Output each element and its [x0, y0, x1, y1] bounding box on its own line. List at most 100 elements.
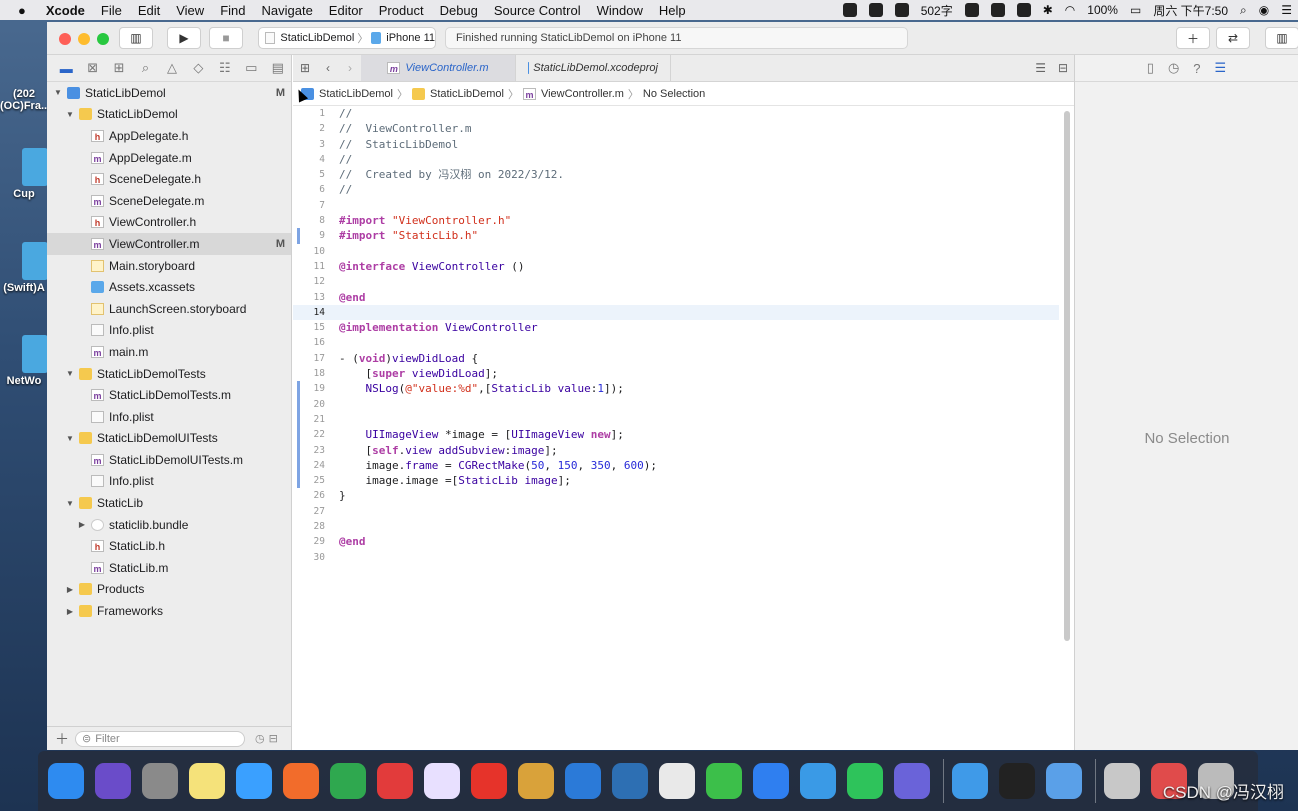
folder-icon[interactable]: ▬ [53, 61, 79, 76]
dock-xcode-icon[interactable] [753, 763, 789, 799]
scheme-selector[interactable]: StaticLibDemol 〉 iPhone 11 [258, 27, 436, 49]
dock-wps-icon[interactable] [377, 763, 413, 799]
file-tree-item[interactable]: ▼ StaticLibDemolTests [47, 363, 291, 385]
code-line[interactable]: 16 [293, 335, 1059, 350]
desktop-folder-cup[interactable]: Cup [0, 148, 48, 200]
dock-simulator-icon[interactable] [952, 763, 988, 799]
dock-quicktime-icon[interactable] [1046, 763, 1082, 799]
symbol-icon[interactable]: ⊞ [106, 60, 132, 76]
jump-group[interactable]: StaticLibDemol [430, 88, 504, 100]
disclosure-open-icon[interactable]: ▼ [65, 110, 75, 119]
menu-navigate[interactable]: Navigate [261, 3, 312, 18]
wifi-icon[interactable]: ◠ [1065, 3, 1075, 17]
dock-facetime-icon[interactable] [847, 763, 883, 799]
menu-editor[interactable]: Editor [329, 3, 363, 18]
report-icon[interactable]: ▤ [265, 60, 291, 76]
navigator-toggle-button[interactable]: ▥ [119, 27, 153, 49]
file-tree-item[interactable]: m StaticLibDemolUITests.m [47, 449, 291, 471]
dock-vivid-icon[interactable] [424, 763, 460, 799]
add-editor-icon[interactable]: ⊟ [1058, 61, 1068, 75]
code-line[interactable]: 14 [293, 304, 1059, 321]
siri-icon[interactable]: ◉ [1259, 3, 1269, 17]
file-inspector-icon[interactable]: ▯ [1147, 60, 1154, 76]
scroll-thumb[interactable] [1064, 111, 1070, 641]
code-line[interactable]: 6 // [293, 182, 1059, 197]
dock-netease-music-icon[interactable] [471, 763, 507, 799]
record-icon[interactable] [842, 3, 857, 17]
file-tree-item[interactable]: Main.storyboard [47, 255, 291, 277]
menu-help[interactable]: Help [659, 3, 686, 18]
history-icon[interactable]: ◷ [1168, 60, 1179, 76]
disclosure-open-icon[interactable]: ▼ [65, 499, 75, 508]
file-tree-item[interactable]: ▼ StaticLibDemol M [47, 82, 291, 104]
run-button[interactable]: ▶ [167, 27, 201, 49]
control-center-icon[interactable]: ☰ [1281, 3, 1292, 17]
dock-wechat-icon[interactable] [706, 763, 742, 799]
image-icon[interactable] [868, 3, 883, 17]
minimize-window-button[interactable] [78, 33, 90, 45]
file-tree-item[interactable]: m main.m [47, 341, 291, 363]
dock-siri-icon[interactable] [95, 763, 131, 799]
menu-app-name[interactable]: Xcode [46, 3, 85, 18]
jump-symbol[interactable]: No Selection [643, 88, 705, 100]
code-line[interactable]: 2 // ViewController.m [293, 121, 1059, 136]
dock-terminal-icon[interactable] [999, 763, 1035, 799]
code-line[interactable]: 18 [super viewDidLoad]; [293, 366, 1059, 381]
cloud-icon[interactable] [894, 3, 909, 17]
dock-finder-icon[interactable] [48, 763, 84, 799]
code-line[interactable]: 29 @end [293, 534, 1059, 549]
attributes-icon[interactable]: ☰ [1215, 60, 1227, 76]
dock-evernote-icon[interactable] [330, 763, 366, 799]
spotlight-search-icon[interactable]: ⌕ [1240, 3, 1247, 18]
zoom-window-button[interactable] [97, 33, 109, 45]
jump-file[interactable]: ViewController.m [541, 88, 624, 100]
disclosure-closed-icon[interactable]: ▶ [65, 585, 75, 594]
dock-postman-icon[interactable] [283, 763, 319, 799]
menu-find[interactable]: Find [220, 3, 245, 18]
desktop-label-1[interactable]: (202 (OC)Fra... [0, 88, 50, 112]
editor-options-icon[interactable]: ☰ [1035, 61, 1046, 75]
code-line[interactable]: 7 [293, 198, 1059, 213]
code-line[interactable]: 26} [293, 488, 1059, 503]
file-tree-item[interactable]: Info.plist [47, 406, 291, 428]
find-icon[interactable]: ⌕ [132, 60, 158, 76]
code-line[interactable]: 19 NSLog(@"value:%d",[StaticLib value:1]… [293, 381, 1059, 397]
code-line[interactable]: 24 image.frame = CGRectMake(50, 150, 350… [293, 457, 1059, 474]
file-tree-item[interactable]: ▼ StaticLibDemolUITests [47, 428, 291, 450]
help-icon[interactable]: ? [1193, 61, 1200, 76]
jump-project[interactable]: StaticLibDemol [319, 88, 393, 100]
add-file-icon[interactable]: ＋ [55, 729, 69, 749]
code-line[interactable]: 30 [293, 550, 1059, 565]
apple-icon[interactable]: ● [18, 3, 26, 18]
code-review-button[interactable]: ⇄ [1216, 27, 1250, 49]
disclosure-closed-icon[interactable]: ▶ [77, 520, 87, 529]
stop-button[interactable]: ■ [209, 27, 243, 49]
forward-icon[interactable]: › [339, 61, 361, 75]
file-tree-item[interactable]: Assets.xcassets [47, 276, 291, 298]
dock-keynote-icon[interactable] [894, 763, 930, 799]
menu-source-control[interactable]: Source Control [494, 3, 581, 18]
code-line[interactable]: 20 [293, 396, 1059, 412]
file-tree-item[interactable]: ▶ staticlib.bundle [47, 514, 291, 536]
vertical-scrollbar[interactable] [1060, 107, 1074, 697]
dock-sourcetree-icon[interactable] [612, 763, 648, 799]
menu-debug[interactable]: Debug [440, 3, 478, 18]
app-icon[interactable] [1016, 3, 1031, 17]
dock-chrome-icon[interactable] [659, 763, 695, 799]
dock-baidu-netdisk-icon[interactable] [236, 763, 272, 799]
file-tree-item[interactable]: m ViewController.m M [47, 233, 291, 255]
code-line[interactable]: 22 UIImageView *image = [UIImageView new… [293, 427, 1059, 443]
code-line[interactable]: 10 [293, 244, 1059, 259]
file-tree-item[interactable]: h AppDelegate.h [47, 125, 291, 147]
filter-options-icon[interactable]: ⊟ [269, 732, 278, 745]
menu-file[interactable]: File [101, 3, 122, 18]
file-tree-item[interactable]: Info.plist [47, 320, 291, 342]
disclosure-open-icon[interactable]: ▼ [65, 369, 75, 378]
desktop-folder-network[interactable]: NetWo [0, 335, 48, 387]
issue-icon[interactable]: △ [159, 60, 185, 76]
dock-vs-code-icon[interactable] [565, 763, 601, 799]
test-icon[interactable]: ◇ [185, 60, 211, 76]
code-line[interactable]: 1 // [293, 106, 1059, 121]
tab-viewcontroller-m[interactable]: m ViewController.m [361, 55, 516, 81]
menu-product[interactable]: Product [379, 3, 424, 18]
